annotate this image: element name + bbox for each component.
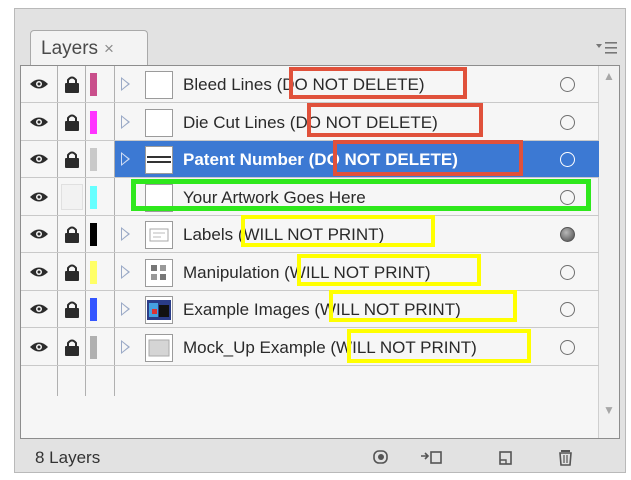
- annotation-highlight-box: [241, 215, 435, 247]
- visibility-eye-icon[interactable]: [29, 115, 49, 129]
- scroll-down-icon[interactable]: ▼: [602, 404, 616, 416]
- layer-thumbnail: [145, 71, 173, 99]
- layer-color-swatch: [90, 298, 97, 321]
- panel-menu-icon[interactable]: [593, 39, 621, 59]
- target-circle-icon[interactable]: [560, 302, 575, 317]
- lock-icon[interactable]: [63, 150, 81, 169]
- layer-name-text: Labels: [183, 225, 234, 244]
- target-circle-icon[interactable]: [560, 264, 575, 280]
- annotation-highlight-box: [347, 329, 531, 363]
- layer-color-swatch: [90, 110, 97, 134]
- layer-color-swatch: [90, 73, 97, 96]
- target-circle-icon[interactable]: [560, 227, 575, 242]
- annotation-highlight-box: [333, 140, 523, 176]
- visibility-eye-icon[interactable]: [29, 152, 49, 166]
- annotation-highlight-box: [307, 103, 483, 137]
- layer-name-text: Die Cut Lines: [183, 112, 286, 132]
- layer-count: 8 Layers: [35, 448, 101, 467]
- visibility-eye-icon[interactable]: [29, 340, 49, 354]
- layer-color-swatch: [90, 185, 97, 209]
- scrollbar[interactable]: ▲ ▼: [598, 66, 619, 438]
- lock-icon[interactable]: [63, 225, 81, 244]
- target-circle-icon[interactable]: [560, 152, 575, 167]
- scroll-up-icon[interactable]: ▲: [602, 70, 616, 82]
- layer-thumbnail: [145, 146, 173, 174]
- visibility-eye-icon[interactable]: [29, 190, 49, 204]
- layers-panel: Layers × ▲ ▼ Bleed Lines (DO NOT DELETE)…: [14, 8, 626, 473]
- layers-list: ▲ ▼ Bleed Lines (DO NOT DELETE) Die Cut L…: [20, 65, 620, 439]
- expand-triangle-icon[interactable]: [121, 152, 130, 166]
- target-circle-icon[interactable]: [560, 339, 575, 355]
- expand-triangle-icon[interactable]: [121, 302, 130, 316]
- expand-triangle-icon[interactable]: [121, 227, 130, 241]
- layer-color-swatch: [90, 335, 97, 359]
- tab-layers[interactable]: Layers ×: [30, 30, 148, 66]
- layer-thumbnail: [145, 333, 173, 362]
- annotation-highlight-box: [131, 179, 591, 211]
- lock-icon[interactable]: [63, 338, 81, 357]
- visibility-eye-icon[interactable]: [29, 77, 49, 91]
- layer-color-swatch: [90, 223, 97, 246]
- create-new-layer-icon[interactable]: [495, 448, 517, 466]
- layer-name-text: Patent Number: [183, 150, 304, 169]
- tab-label: Layers: [41, 37, 99, 59]
- expand-triangle-icon[interactable]: [121, 114, 130, 129]
- layer-thumbnail: [145, 296, 173, 324]
- lock-icon[interactable]: [63, 75, 81, 94]
- layer-thumbnail: [145, 221, 173, 249]
- target-circle-icon[interactable]: [560, 114, 575, 130]
- layer-name-text: Mock_Up Example: [183, 337, 326, 357]
- layer-thumbnail: [145, 258, 173, 287]
- layer-thumbnail: [145, 108, 173, 137]
- panel-tabbar: Layers ×: [15, 9, 625, 66]
- annotation-highlight-box: [329, 290, 517, 322]
- lock-icon[interactable]: [63, 113, 81, 132]
- layer-name-text: Bleed Lines: [183, 75, 272, 94]
- expand-triangle-icon[interactable]: [121, 77, 130, 91]
- visibility-eye-icon[interactable]: [29, 302, 49, 316]
- visibility-eye-icon[interactable]: [29, 265, 49, 279]
- layer-name-text: Example Images: [183, 300, 310, 319]
- make-clipping-mask-icon[interactable]: [371, 448, 393, 466]
- delete-layer-icon[interactable]: [555, 448, 577, 466]
- lock-icon[interactable]: [63, 300, 81, 319]
- lock-icon[interactable]: [63, 263, 81, 282]
- target-circle-icon[interactable]: [560, 77, 575, 92]
- lock-toggle-empty[interactable]: [61, 183, 83, 210]
- create-new-sublayer-icon[interactable]: [419, 448, 442, 466]
- layer-color-swatch: [90, 148, 97, 171]
- close-icon[interactable]: ×: [104, 39, 114, 59]
- annotation-highlight-box: [289, 67, 467, 99]
- expand-triangle-icon[interactable]: [121, 339, 130, 354]
- annotation-highlight-box: [297, 254, 481, 286]
- layer-name-text: Manipulation: [183, 262, 280, 282]
- panel-footer: 8 Layers: [15, 441, 625, 473]
- layer-color-swatch: [90, 260, 97, 284]
- expand-triangle-icon[interactable]: [121, 264, 130, 279]
- visibility-eye-icon[interactable]: [29, 227, 49, 241]
